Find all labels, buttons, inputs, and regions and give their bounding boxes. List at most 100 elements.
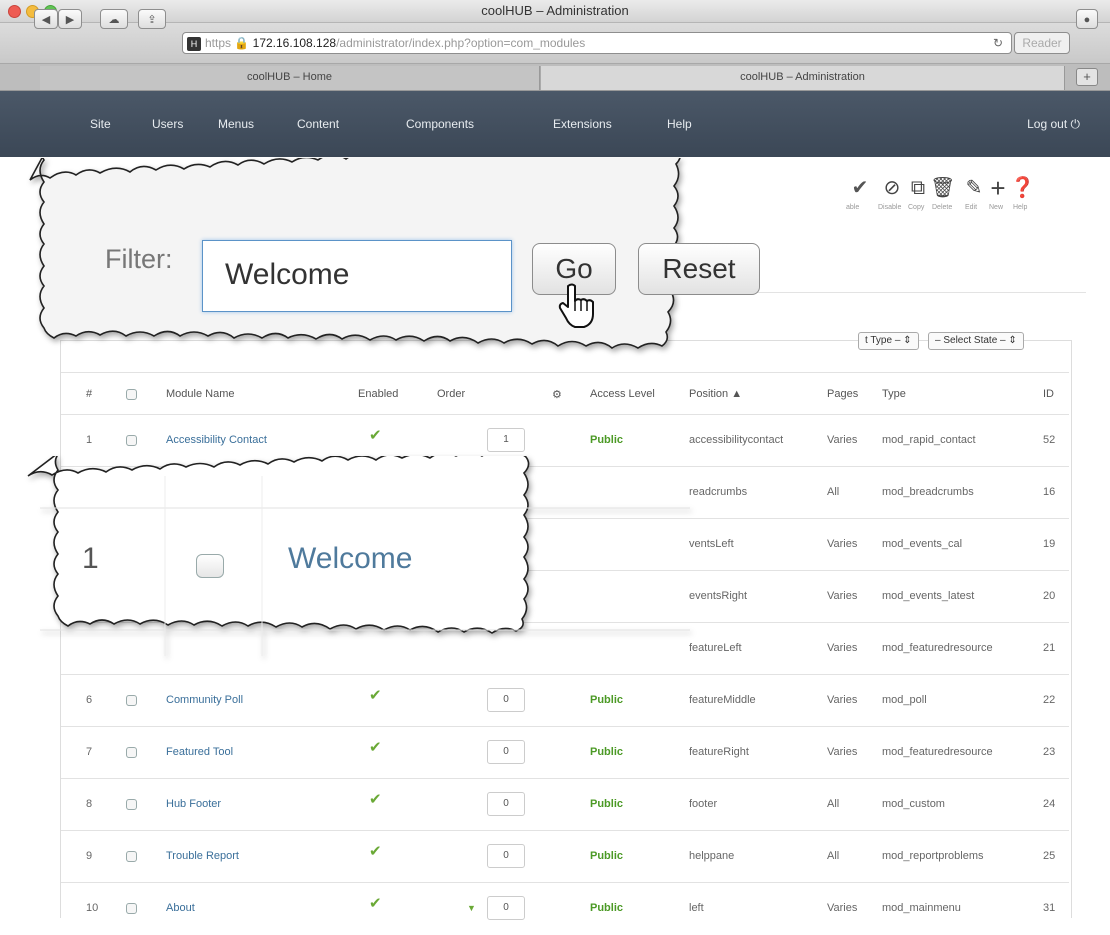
enabled-check-icon[interactable]: ✔ [369, 688, 382, 703]
back-arrow-icon: ◀ [41, 14, 51, 26]
order-input[interactable]: 0 [487, 688, 525, 712]
id-value: 25 [1043, 850, 1056, 862]
tab-coolhub-home[interactable]: coolHUB – Home [40, 66, 540, 90]
module-name-link[interactable]: Trouble Report [166, 850, 239, 862]
logout-link[interactable]: Log out ⏻ [1027, 91, 1080, 157]
order-input[interactable]: 1 [487, 428, 525, 452]
access-level: Public [590, 746, 624, 758]
access-level: Public [590, 850, 624, 862]
delete-icon[interactable]: 🗑 [930, 176, 955, 200]
url-host: 172.16.108.128 [252, 36, 337, 50]
disable-icon[interactable]: ⊘ [880, 176, 904, 200]
share-icon: ⇪ [147, 14, 157, 26]
disable-label: Disable [878, 204, 902, 211]
position-value: footer [689, 798, 718, 810]
row-number: 7 [86, 746, 93, 758]
share-button[interactable]: ⇪ [138, 9, 166, 29]
id-value: 31 [1043, 902, 1056, 914]
access-level: Public [590, 434, 624, 446]
site-favicon-icon: H [187, 36, 201, 51]
enabled-check-icon[interactable]: ✔ [369, 792, 382, 807]
nav-content[interactable]: Content [297, 91, 339, 157]
forward-arrow-icon: ▶ [65, 14, 75, 26]
nav-help[interactable]: Help [667, 91, 692, 157]
row-checkbox[interactable] [126, 903, 137, 914]
access-level: Public [590, 798, 624, 810]
access-level: Public [590, 694, 624, 706]
row-checkbox[interactable] [126, 695, 137, 706]
position-value: featureMiddle [689, 694, 756, 706]
pages-value: Varies [827, 590, 858, 602]
module-name-link[interactable]: About [166, 902, 195, 914]
enabled-check-icon[interactable]: ✔ [369, 428, 382, 443]
pages-value: Varies [827, 694, 858, 706]
col-type[interactable]: Type [882, 388, 906, 400]
position-value: helppane [689, 850, 735, 862]
enabled-check-icon[interactable]: ✔ [369, 740, 382, 755]
order-input[interactable]: 0 [487, 844, 525, 868]
row-number: 1 [86, 434, 93, 446]
row-checkbox[interactable] [126, 435, 137, 446]
module-name-link[interactable]: Community Poll [166, 694, 243, 706]
id-value: 19 [1043, 538, 1056, 550]
result-row-checkbox[interactable] [196, 554, 224, 578]
row-number: 9 [86, 850, 93, 862]
id-value: 24 [1043, 798, 1056, 810]
row-number: 10 [86, 902, 99, 914]
copy-label: Copy [908, 204, 925, 211]
edit-label: Edit [965, 204, 978, 211]
type-value: mod_reportproblems [882, 850, 984, 862]
row-checkbox[interactable] [126, 799, 137, 810]
module-name-link[interactable]: Accessibility Contact [166, 434, 267, 446]
id-value: 16 [1043, 486, 1056, 498]
state-select[interactable]: – Select State – ⇕ [928, 332, 1024, 350]
url-scheme: https [205, 36, 232, 50]
row-checkbox[interactable] [126, 747, 137, 758]
state-select-value: – Select State – [935, 335, 1006, 346]
id-value: 23 [1043, 746, 1056, 758]
module-name-link[interactable]: Hub Footer [166, 798, 221, 810]
reader-button[interactable]: Reader [1014, 32, 1070, 54]
type-value: mod_events_cal [882, 538, 963, 550]
select-all-checkbox[interactable] [126, 389, 137, 400]
downloads-button[interactable]: ● [1076, 9, 1098, 29]
order-input[interactable]: 0 [487, 896, 525, 920]
order-input[interactable]: 0 [487, 740, 525, 764]
tab-coolhub-administration[interactable]: coolHUB – Administration [540, 66, 1065, 90]
edit-icon[interactable]: ✎ [962, 176, 986, 200]
type-value: mod_featuredresource [882, 746, 993, 758]
icloud-tabs-button[interactable]: ☁ [100, 9, 128, 29]
result-row-module-name[interactable]: Welcome [288, 542, 412, 576]
enabled-check-icon[interactable]: ✔ [369, 896, 382, 911]
id-value: 52 [1043, 434, 1056, 446]
id-value: 21 [1043, 642, 1056, 654]
type-value: mod_featuredresource [882, 642, 993, 654]
address-bar[interactable]: Hhttps 🔒 172.16.108.128/administrator/in… [182, 32, 1012, 54]
reload-icon[interactable]: ↻ [993, 33, 1003, 53]
nav-menus[interactable]: Menus [218, 91, 254, 157]
module-name-link[interactable]: Featured Tool [166, 746, 233, 758]
order-input[interactable]: 0 [487, 792, 525, 816]
nav-users[interactable]: Users [152, 91, 183, 157]
copy-icon[interactable]: ⧉ [906, 176, 930, 200]
filter-label: Filter: [105, 244, 173, 274]
nav-extensions[interactable]: Extensions [553, 91, 612, 157]
help-icon[interactable]: ❓ [1010, 176, 1035, 200]
new-icon[interactable]: + [986, 175, 1010, 201]
nav-components[interactable]: Components [406, 91, 474, 157]
pointer-hand-icon [558, 283, 594, 328]
type-value: mod_poll [882, 694, 927, 706]
forward-button[interactable]: ▶ [58, 9, 82, 29]
reset-button[interactable]: Reset [638, 243, 760, 295]
enabled-check-icon[interactable]: ✔ [369, 844, 382, 859]
move-down-arrow-icon[interactable]: ▼ [467, 902, 476, 914]
position-value: accessibilitycontact [689, 434, 784, 446]
new-label: New [989, 204, 1004, 211]
back-button[interactable]: ◀ [34, 9, 58, 29]
nav-site[interactable]: Site [90, 91, 111, 157]
new-tab-button[interactable]: + [1076, 68, 1098, 86]
row-checkbox[interactable] [126, 851, 137, 862]
id-value: 20 [1043, 590, 1056, 602]
filter-search-input[interactable]: Welcome [202, 240, 512, 312]
col-id[interactable]: ID [1043, 388, 1054, 400]
